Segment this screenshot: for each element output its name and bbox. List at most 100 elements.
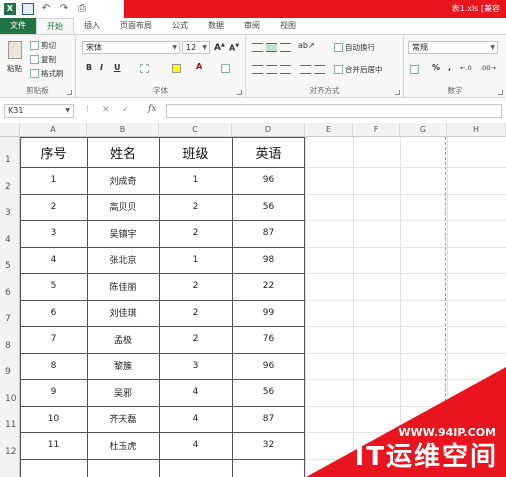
table-cell[interactable]: 96 [232,353,305,380]
worksheet-grid[interactable]: ABCDEFGH 1 2 3 4 5 6 7 8 9 10 11 12 序号 姓名 班级 英语 1 刘成奇 1 96… [0,123,506,477]
column-header[interactable]: D [232,123,305,137]
insert-function-icon[interactable]: fx [148,104,156,114]
row-header[interactable]: 12 [0,432,20,459]
table-cell[interactable]: 7 [20,326,87,353]
row-header[interactable]: 6 [0,273,20,300]
font-color-icon[interactable]: A [196,62,202,71]
table-header-cell[interactable]: 姓名 [87,137,159,167]
table-cell[interactable]: 76 [232,326,305,353]
table-cell[interactable]: 孟极 [87,326,159,353]
name-box[interactable]: K31 ▼ [4,104,74,118]
number-format-select[interactable]: 常规 ▼ [408,41,498,54]
increase-indent-icon[interactable] [314,65,325,74]
percent-style-button[interactable]: % [432,63,440,72]
alignment-launcher-icon[interactable] [395,90,400,95]
clipboard-launcher-icon[interactable] [67,90,72,95]
table-cell[interactable]: 11 [20,432,87,459]
save-icon[interactable] [22,3,34,15]
paste-icon[interactable] [8,41,22,59]
row-header[interactable]: 2 [0,167,20,194]
table-cell[interactable]: 高贝贝 [87,194,159,221]
copy-button[interactable]: 复制 [30,54,56,65]
table-cell[interactable]: 1 [159,247,232,274]
wrap-text-button[interactable]: 自动换行 [334,42,375,53]
table-header-cell[interactable]: 英语 [232,137,305,167]
table-cell[interactable]: 2 [159,220,232,247]
borders-icon[interactable] [140,64,149,73]
table-cell[interactable]: 6 [20,300,87,327]
align-bottom-icon[interactable] [280,43,291,52]
column-header[interactable]: A [20,123,87,137]
table-cell[interactable]: 10 [20,406,87,433]
bold-button[interactable]: B [86,63,92,72]
table-header-cell[interactable]: 序号 [20,137,87,167]
orientation-icon[interactable]: ab↗ [298,41,315,50]
tab-file[interactable]: 文件 [0,18,36,34]
print-preview-icon[interactable]: ⎙ [76,3,88,15]
table-cell[interactable]: 吴镇宇 [87,220,159,247]
select-all-corner[interactable] [0,123,20,137]
table-cell[interactable]: 32 [232,432,305,459]
grow-font-icon[interactable]: A▲ [214,42,225,53]
table-cell[interactable]: 2 [159,273,232,300]
tab-view[interactable]: 视图 [270,18,306,34]
table-cell[interactable]: 吴邪 [87,379,159,406]
undo-icon[interactable]: ↶ [40,3,52,15]
column-header[interactable]: H [447,123,506,137]
tab-data[interactable]: 数据 [198,18,234,34]
table-cell[interactable]: 张北京 [87,247,159,274]
table-cell[interactable]: 齐天磊 [87,406,159,433]
table-cell[interactable]: 2 [159,300,232,327]
column-header[interactable]: E [305,123,353,137]
table-cell[interactable]: 98 [232,247,305,274]
table-cell[interactable]: 2 [20,194,87,221]
row-header[interactable]: 1 [0,137,20,167]
font-size-select[interactable]: 12 ▼ [182,41,210,54]
table-cell[interactable]: 96 [232,167,305,194]
column-header[interactable]: F [353,123,400,137]
table-cell[interactable]: 4 [159,432,232,459]
table-cell[interactable]: 2 [159,194,232,221]
decrease-indent-icon[interactable] [300,65,311,74]
table-cell[interactable]: 1 [20,167,87,194]
row-header[interactable]: 8 [0,326,20,353]
tab-insert[interactable]: 插入 [74,18,110,34]
align-right-icon[interactable] [280,65,291,74]
font-name-select[interactable]: 宋体 ▼ [82,41,180,54]
increase-decimal-icon[interactable]: ←.0 [460,64,472,72]
tab-review[interactable]: 审阅 [234,18,270,34]
table-cell[interactable]: 99 [232,300,305,327]
row-header[interactable]: 3 [0,193,20,220]
row-header[interactable]: 5 [0,246,20,273]
tab-home[interactable]: 开始 [36,18,74,34]
table-cell[interactable]: 87 [232,220,305,247]
align-center-icon[interactable] [266,65,277,74]
table-cell[interactable]: 2 [159,326,232,353]
accounting-format-icon[interactable] [410,65,419,74]
row-header[interactable] [0,458,20,477]
number-launcher-icon[interactable] [498,90,503,95]
table-header-cell[interactable]: 班级 [159,137,232,167]
row-header[interactable]: 9 [0,352,20,379]
decrease-decimal-icon[interactable]: .00→ [480,64,496,72]
column-header[interactable]: C [159,123,232,137]
table-cell[interactable]: 4 [159,406,232,433]
format-painter-button[interactable]: 格式刷 [30,68,64,79]
row-header[interactable]: 7 [0,299,20,326]
table-cell[interactable]: 3 [159,353,232,380]
tab-page-layout[interactable]: 页面布局 [110,18,162,34]
table-cell[interactable]: 5 [20,273,87,300]
table-cell[interactable]: 56 [232,379,305,406]
table-cell[interactable]: 刘成奇 [87,167,159,194]
font-launcher-icon[interactable] [237,90,242,95]
table-cell[interactable]: 56 [232,194,305,221]
align-left-icon[interactable] [252,65,263,74]
redo-icon[interactable]: ↷ [58,3,70,15]
column-header[interactable]: G [400,123,447,137]
row-header[interactable]: 11 [0,405,20,432]
table-cell[interactable]: 陈佳丽 [87,273,159,300]
fill-color-icon[interactable] [172,64,181,73]
cut-button[interactable]: 剪切 [30,40,56,51]
table-cell[interactable]: 87 [232,406,305,433]
table-cell[interactable]: 4 [20,247,87,274]
